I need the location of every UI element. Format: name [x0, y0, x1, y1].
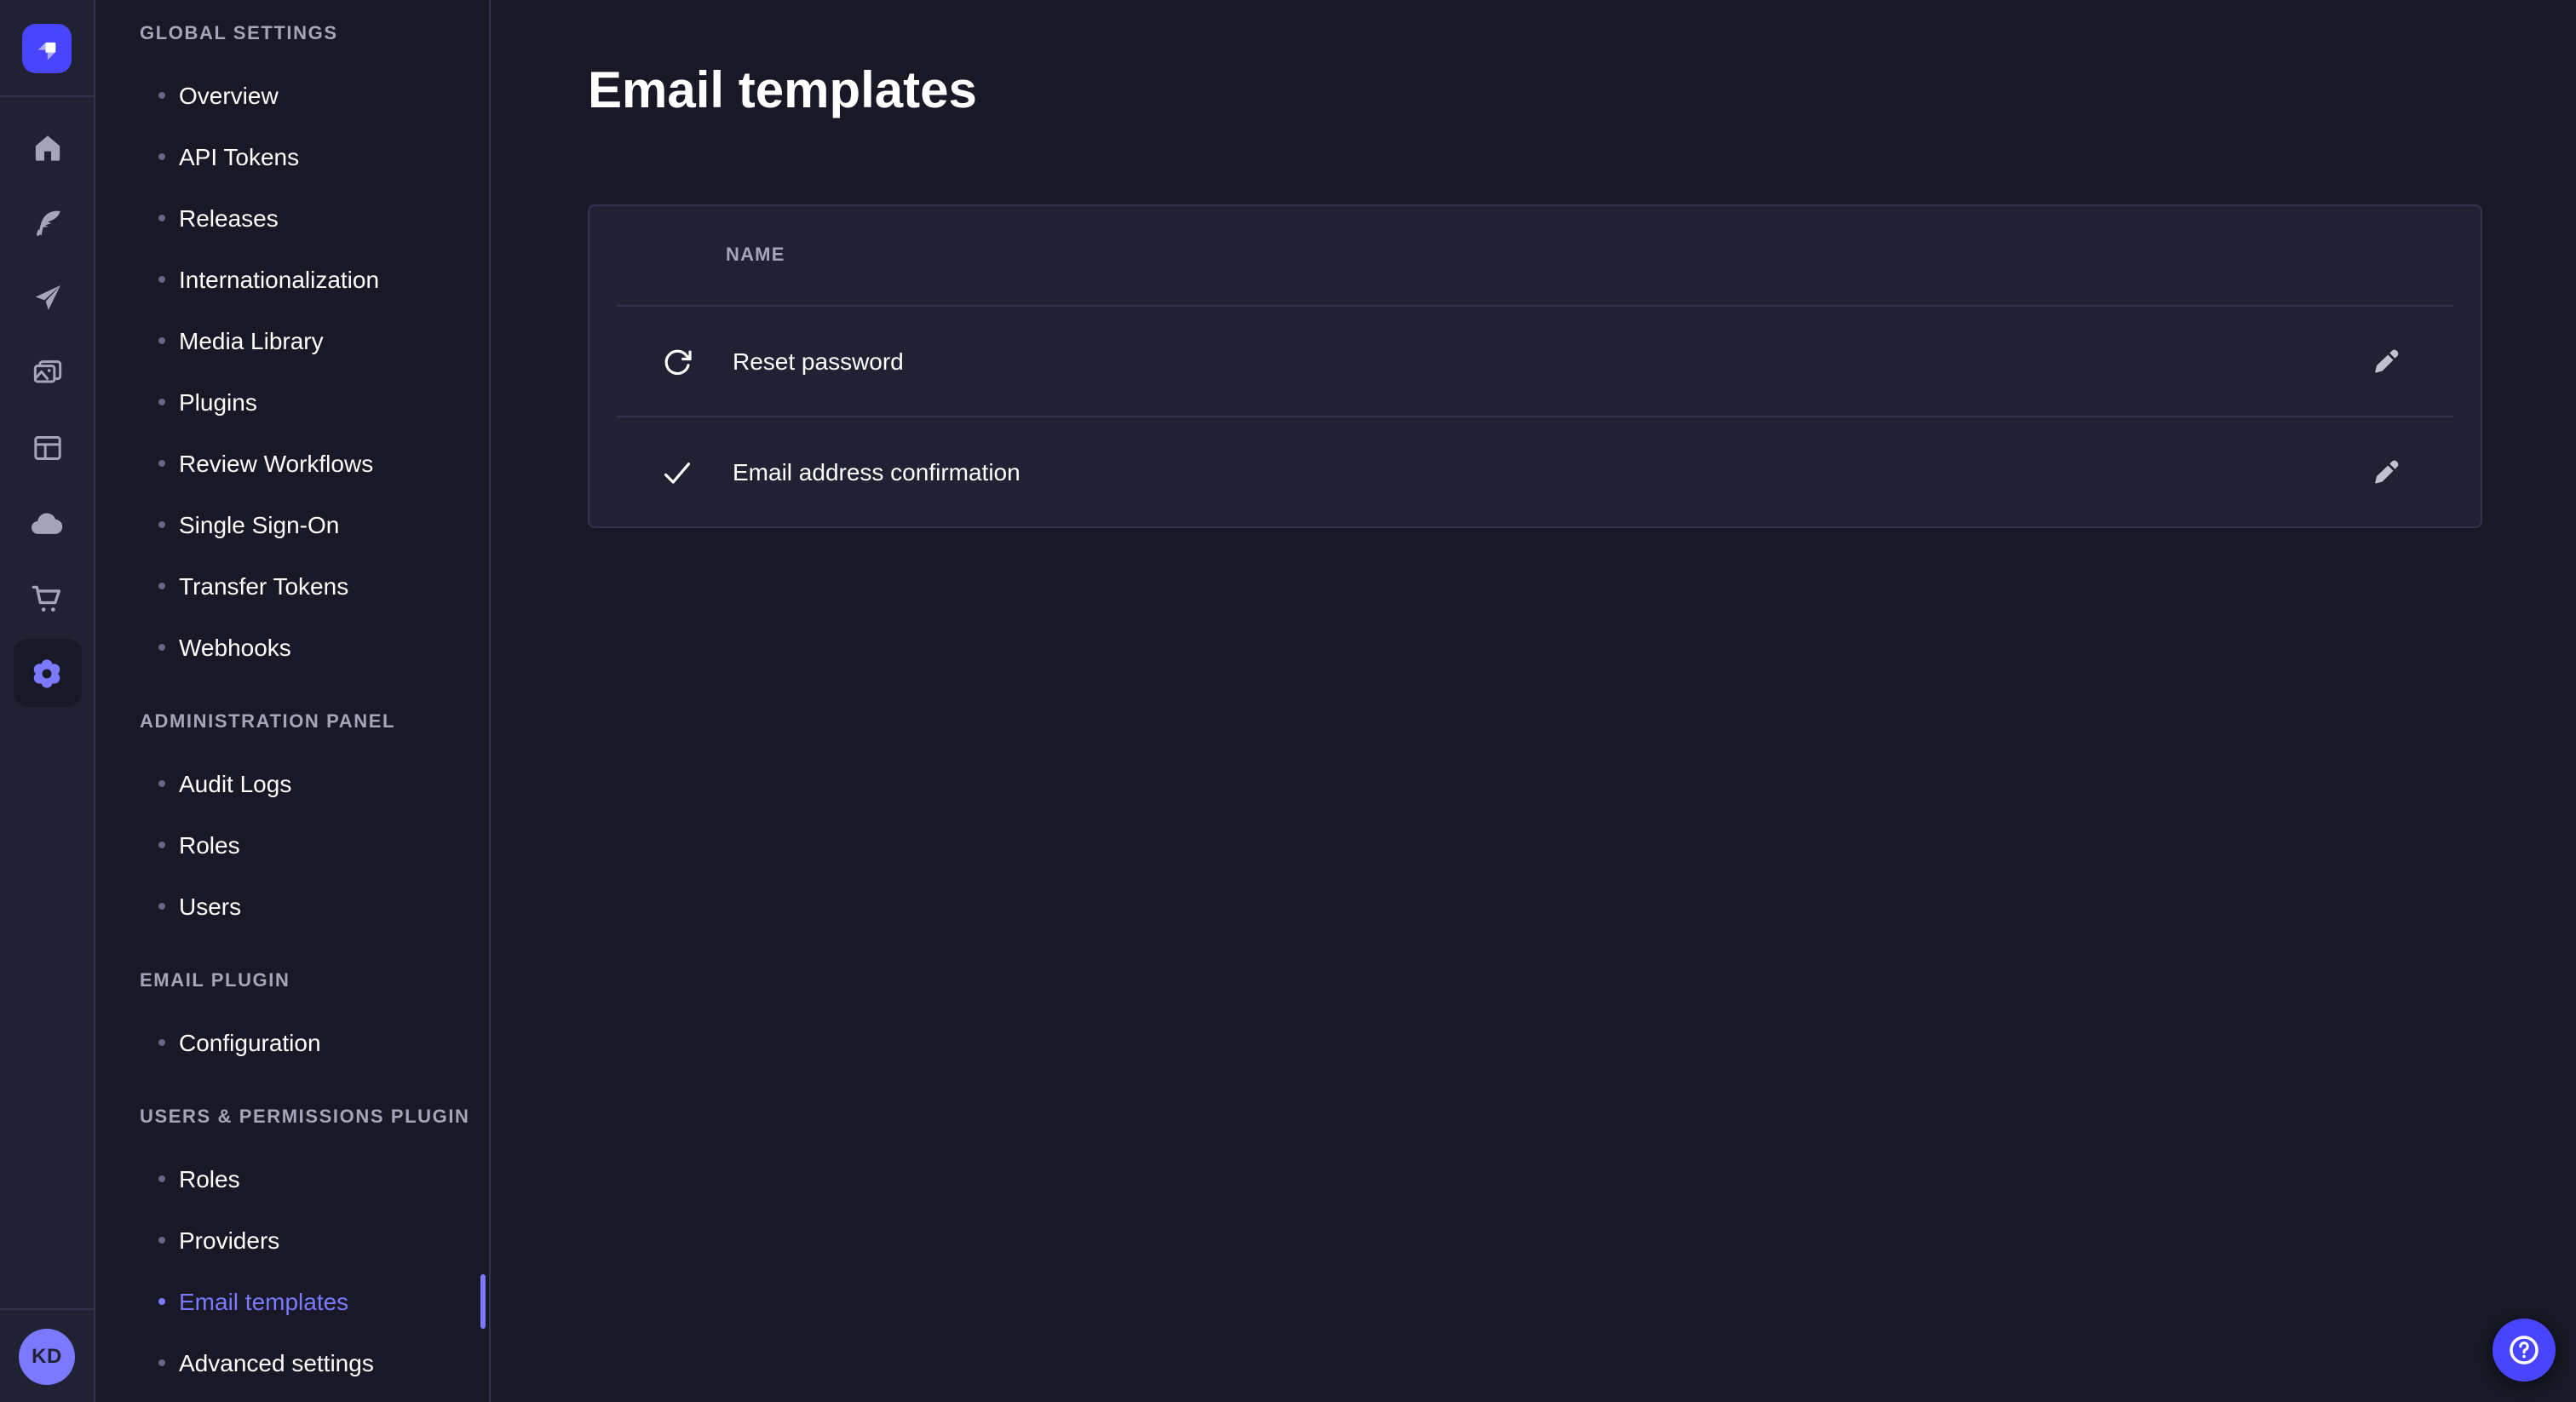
subnav-item-email-configuration[interactable]: Configuration	[95, 1012, 489, 1073]
main-content: Email templates NAME Reset password	[492, 0, 2576, 1402]
workspace-logo-container[interactable]	[0, 0, 94, 95]
subnav-item-admin-roles[interactable]: Roles	[95, 814, 489, 876]
bullet-icon	[158, 460, 165, 467]
subnav-item-media-library[interactable]: Media Library	[95, 310, 489, 371]
subnav-item-admin-users[interactable]: Users	[95, 876, 489, 937]
subnav-item-up-roles[interactable]: Roles	[95, 1148, 489, 1210]
subnav-item-overview[interactable]: Overview	[95, 65, 489, 126]
bullet-icon	[158, 1298, 165, 1305]
help-button[interactable]	[2493, 1319, 2556, 1382]
bullet-icon	[158, 215, 165, 221]
bullet-icon	[158, 903, 165, 910]
check-icon	[658, 453, 695, 491]
subnav-section-header: ADMINISTRATION PANEL	[95, 692, 489, 753]
home-icon[interactable]	[13, 114, 81, 182]
table-row-reset-password[interactable]: Reset password	[589, 307, 2481, 416]
edit-icon[interactable]	[2358, 334, 2412, 388]
table-row-email-confirmation[interactable]: Email address confirmation	[589, 417, 2481, 526]
cloud-icon[interactable]	[13, 489, 81, 557]
subnav-item-internationalization[interactable]: Internationalization	[95, 249, 489, 310]
bullet-icon	[158, 337, 165, 344]
subnav-item-email-templates[interactable]: Email templates	[95, 1271, 489, 1332]
subnav-item-advanced-settings[interactable]: Advanced settings	[95, 1332, 489, 1393]
bullet-icon	[158, 583, 165, 589]
marketplace-icon[interactable]	[13, 564, 81, 632]
subnav-item-single-sign-on[interactable]: Single Sign-On	[95, 494, 489, 555]
content-type-builder-icon[interactable]	[13, 414, 81, 482]
subnav-item-releases[interactable]: Releases	[95, 187, 489, 249]
subnav-item-webhooks[interactable]: Webhooks	[95, 617, 489, 678]
subnav-section-global-settings: GLOBAL SETTINGS Overview API Tokens Rele…	[95, 3, 489, 678]
subnav-section-users-permissions-plugin: USERS & PERMISSIONS PLUGIN Roles Provide…	[95, 1087, 489, 1393]
subnav-section-header: GLOBAL SETTINGS	[95, 3, 489, 65]
strapi-admin-window: KD GLOBAL SETTINGS Overview API Tokens R…	[0, 0, 2576, 1402]
releases-icon[interactable]	[13, 264, 81, 332]
bullet-icon	[158, 1039, 165, 1046]
bullet-icon	[158, 842, 165, 848]
settings-subnav: GLOBAL SETTINGS Overview API Tokens Rele…	[95, 0, 491, 1402]
subnav-section-header: USERS & PERMISSIONS PLUGIN	[95, 1087, 489, 1148]
template-name: Email address confirmation	[733, 458, 1021, 486]
main-nav-rail: KD	[0, 0, 95, 1402]
bullet-icon	[158, 153, 165, 160]
bullet-icon	[158, 1359, 165, 1366]
bullet-icon	[158, 1237, 165, 1244]
strapi-logo-icon	[22, 23, 72, 72]
edit-icon[interactable]	[2358, 445, 2412, 499]
subnav-item-audit-logs[interactable]: Audit Logs	[95, 753, 489, 814]
column-header-name: NAME	[726, 245, 785, 266]
template-name: Reset password	[733, 348, 904, 375]
table-header-row: NAME	[589, 206, 2481, 305]
bullet-icon	[158, 1175, 165, 1182]
bullet-icon	[158, 92, 165, 99]
question-mark-icon	[2506, 1332, 2542, 1368]
subnav-item-transfer-tokens[interactable]: Transfer Tokens	[95, 555, 489, 617]
active-item-indicator	[480, 1274, 486, 1329]
rail-icon-list	[13, 97, 81, 707]
bullet-icon	[158, 780, 165, 787]
bullet-icon	[158, 644, 165, 651]
page-title: Email templates	[492, 0, 2576, 123]
bullet-icon	[158, 276, 165, 283]
refresh-icon	[658, 342, 695, 380]
subnav-item-api-tokens[interactable]: API Tokens	[95, 126, 489, 187]
bullet-icon	[158, 399, 165, 405]
subnav-section-header: EMAIL PLUGIN	[95, 951, 489, 1012]
user-menu[interactable]: KD	[0, 1310, 94, 1402]
email-templates-table: NAME Reset password	[588, 204, 2482, 528]
subnav-item-providers[interactable]: Providers	[95, 1210, 489, 1271]
subnav-item-plugins[interactable]: Plugins	[95, 371, 489, 433]
media-library-icon[interactable]	[13, 339, 81, 407]
user-avatar[interactable]: KD	[19, 1328, 75, 1384]
settings-icon[interactable]	[13, 639, 81, 707]
subnav-section-administration-panel: ADMINISTRATION PANEL Audit Logs Roles Us…	[95, 692, 489, 937]
subnav-section-email-plugin: EMAIL PLUGIN Configuration	[95, 951, 489, 1073]
subnav-item-review-workflows[interactable]: Review Workflows	[95, 433, 489, 494]
bullet-icon	[158, 521, 165, 528]
content-manager-icon[interactable]	[13, 189, 81, 257]
